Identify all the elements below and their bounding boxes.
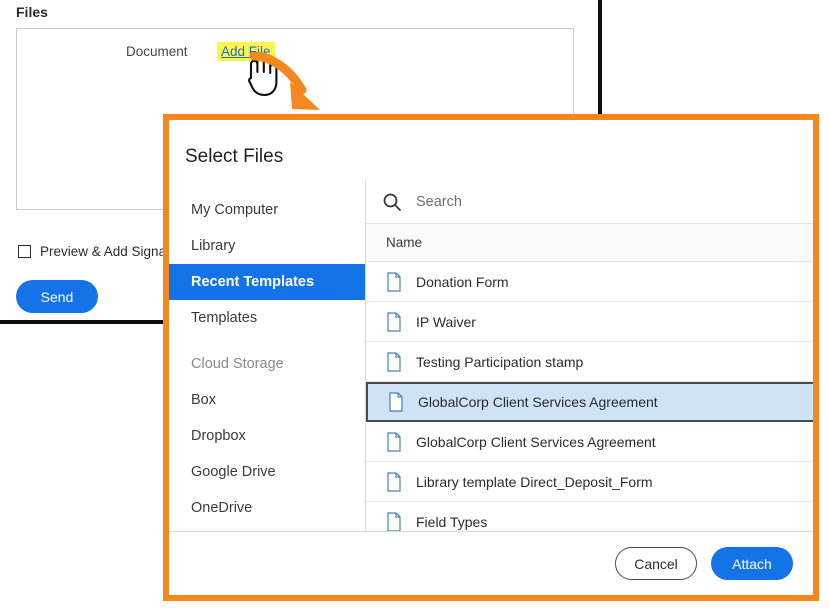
preview-label: Preview & Add Signa	[40, 244, 166, 259]
sidebar-item-dropbox[interactable]: Dropbox	[169, 418, 365, 454]
sidebar-item-google-drive[interactable]: Google Drive	[169, 454, 365, 490]
list-item-selected[interactable]: GlobalCorp Client Services Agreement	[366, 382, 813, 422]
sidebar-item-library[interactable]: Library	[169, 228, 365, 264]
sidebar-item-templates[interactable]: Templates	[169, 300, 365, 336]
preview-checkbox[interactable]	[18, 245, 31, 258]
list-item-label: Donation Form	[416, 274, 509, 290]
sidebar-item-onedrive[interactable]: OneDrive	[169, 490, 365, 526]
document-icon	[386, 432, 402, 452]
attach-button[interactable]: Attach	[711, 547, 793, 580]
list-item-label: IP Waiver	[416, 314, 476, 330]
document-label: Document	[126, 44, 188, 59]
sidebar-item-my-computer[interactable]: My Computer	[169, 192, 365, 228]
sidebar-item-box[interactable]: Box	[169, 382, 365, 418]
list-item[interactable]: Donation Form	[366, 262, 813, 302]
mouse-cursor-hand-icon	[240, 52, 282, 98]
document-icon	[386, 512, 402, 532]
list-item-label: GlobalCorp Client Services Agreement	[418, 394, 658, 410]
files-section-title: Files	[16, 4, 48, 20]
sidebar-item-recent-templates[interactable]: Recent Templates	[169, 264, 365, 300]
column-header-name: Name	[366, 224, 813, 262]
search-icon	[382, 192, 402, 212]
cancel-button[interactable]: Cancel	[615, 547, 697, 580]
send-button[interactable]: Send	[16, 280, 98, 313]
document-icon	[386, 472, 402, 492]
search-row[interactable]	[366, 180, 813, 224]
list-item[interactable]: IP Waiver	[366, 302, 813, 342]
sidebar-header-cloud-storage: Cloud Storage	[169, 346, 365, 382]
list-item-label: Testing Participation stamp	[416, 354, 583, 370]
document-icon	[386, 272, 402, 292]
dialog-title: Select Files	[185, 146, 283, 168]
list-item-label: GlobalCorp Client Services Agreement	[416, 434, 656, 450]
document-icon	[386, 352, 402, 372]
dialog-body: My Computer Library Recent Templates Tem…	[169, 180, 813, 531]
dialog-footer: Cancel Attach	[169, 531, 813, 595]
preview-add-signature-row[interactable]: Preview & Add Signa	[18, 244, 166, 259]
document-icon	[388, 392, 404, 412]
dialog-sidebar: My Computer Library Recent Templates Tem…	[169, 180, 366, 531]
list-item-label: Library template Direct_Deposit_Form	[416, 474, 653, 490]
select-files-dialog: Select Files My Computer Library Recent …	[163, 114, 819, 601]
list-item-label: Field Types	[416, 514, 487, 530]
list-item[interactable]: GlobalCorp Client Services Agreement	[366, 422, 813, 462]
list-item[interactable]: Testing Participation stamp	[366, 342, 813, 382]
page-edge-vertical	[598, 0, 602, 120]
dialog-inner: Select Files My Computer Library Recent …	[169, 120, 813, 595]
search-input[interactable]	[414, 193, 784, 211]
document-icon	[386, 312, 402, 332]
list-item[interactable]: Library template Direct_Deposit_Form	[366, 462, 813, 502]
file-list-pane: Name Donation Form IP Waiver	[366, 180, 813, 531]
